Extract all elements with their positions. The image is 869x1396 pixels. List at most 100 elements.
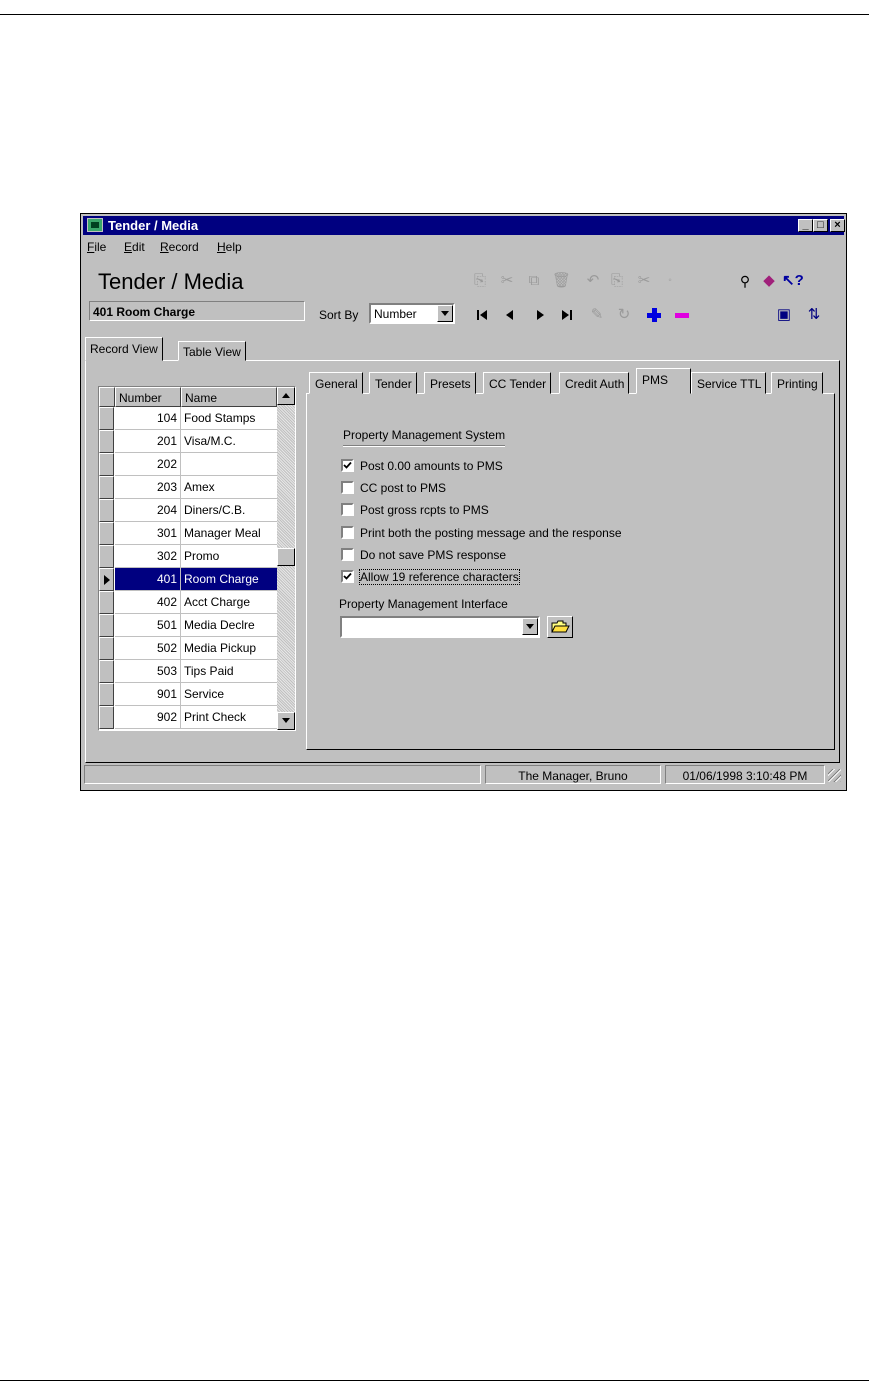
paste-field-icon[interactable]: ✂ xyxy=(635,272,653,290)
delete-icon[interactable]: 🗑 xyxy=(552,272,571,290)
first-record-icon[interactable] xyxy=(473,306,491,324)
prev-record-icon[interactable] xyxy=(501,306,519,324)
checkbox-label[interactable]: Post gross rcpts to PMS xyxy=(360,503,489,517)
checkbox[interactable] xyxy=(341,547,354,561)
minimize-button[interactable]: _ xyxy=(798,219,813,232)
app-icon[interactable] xyxy=(87,218,103,232)
edit-icon[interactable]: ✎ xyxy=(588,306,606,324)
row-selector[interactable] xyxy=(99,591,114,614)
last-record-icon[interactable] xyxy=(558,306,576,324)
tab-record-view[interactable]: Record View xyxy=(85,337,163,361)
cell-name[interactable]: Acct Charge xyxy=(181,591,277,614)
title-bar[interactable]: Tender / Media _ □ × xyxy=(83,216,845,235)
cell-number[interactable]: 301 xyxy=(115,522,181,545)
tab-cc-tender[interactable]: CC Tender xyxy=(483,372,552,394)
tab-presets[interactable]: Presets xyxy=(424,372,476,394)
table-row[interactable]: 201 Visa/M.C. xyxy=(99,430,277,453)
scroll-down-button[interactable] xyxy=(277,712,295,730)
checkbox[interactable] xyxy=(341,503,354,517)
table-row[interactable]: 502 Media Pickup xyxy=(99,637,277,660)
row-selector[interactable] xyxy=(99,476,114,499)
menu-record[interactable]: Record xyxy=(160,240,199,254)
table-row[interactable]: 302 Promo xyxy=(99,545,277,568)
cell-number[interactable]: 302 xyxy=(115,545,181,568)
checkbox-label[interactable]: CC post to PMS xyxy=(360,481,446,495)
cell-name[interactable]: Food Stamps xyxy=(181,407,277,430)
row-selector[interactable] xyxy=(99,430,114,453)
cell-number[interactable]: 401 xyxy=(115,568,181,591)
find-icon[interactable]: ⚲ xyxy=(736,272,754,290)
table-row[interactable]: 104 Food Stamps xyxy=(99,407,277,430)
tab-table-view[interactable]: Table View xyxy=(178,341,246,361)
context-help-icon[interactable]: ↖? xyxy=(782,272,804,290)
column-header-name[interactable]: Name xyxy=(181,387,277,407)
cell-number[interactable]: 501 xyxy=(115,614,181,637)
row-selector[interactable] xyxy=(99,706,114,729)
sort-by-dropdown-button[interactable] xyxy=(437,305,453,322)
tab-credit-auth[interactable]: Credit Auth xyxy=(559,372,630,394)
revert-icon[interactable]: ↻ xyxy=(615,306,633,324)
view-icon[interactable]: ▣ xyxy=(775,306,793,324)
help-book-icon[interactable]: ◆ xyxy=(760,272,778,290)
cell-name[interactable]: Room Charge xyxy=(181,568,277,591)
cell-name[interactable]: Amex xyxy=(181,476,277,499)
cell-number[interactable]: 901 xyxy=(115,683,181,706)
undo-icon[interactable]: ↶ xyxy=(584,272,602,290)
row-selector[interactable] xyxy=(99,407,114,430)
scroll-up-button[interactable] xyxy=(277,387,295,405)
row-selector[interactable] xyxy=(99,637,114,660)
maximize-button[interactable]: □ xyxy=(813,219,828,232)
table-row[interactable]: 902 Print Check xyxy=(99,706,277,729)
checkbox[interactable] xyxy=(341,570,354,583)
cell-name[interactable]: Diners/C.B. xyxy=(181,499,277,522)
refresh-icon[interactable]: ⇅ xyxy=(805,306,823,324)
cell-name[interactable]: Tips Paid xyxy=(181,660,277,683)
resize-grip[interactable] xyxy=(828,769,841,782)
cut-icon[interactable]: ✂ xyxy=(498,272,516,290)
delete-record-icon[interactable] xyxy=(673,306,691,324)
cell-number[interactable]: 902 xyxy=(115,706,181,729)
menu-file[interactable]: File xyxy=(87,240,106,254)
paste-icon[interactable]: ⧉ xyxy=(525,272,543,290)
clear-icon[interactable]: ◦ xyxy=(661,272,679,290)
cell-name[interactable]: Print Check xyxy=(181,706,277,729)
tab-general[interactable]: General xyxy=(309,372,363,394)
checkbox[interactable] xyxy=(341,525,354,539)
checkbox[interactable] xyxy=(341,459,354,472)
cell-number[interactable]: 503 xyxy=(115,660,181,683)
cell-name[interactable]: Manager Meal xyxy=(181,522,277,545)
table-row[interactable]: 402 Acct Charge xyxy=(99,591,277,614)
cell-number[interactable]: 502 xyxy=(115,637,181,660)
menu-edit[interactable]: Edit xyxy=(124,240,145,254)
tab-service-ttl[interactable]: Service TTL xyxy=(691,372,767,394)
row-selector[interactable] xyxy=(99,683,114,706)
cell-name[interactable]: Promo xyxy=(181,545,277,568)
table-row[interactable]: 501 Media Declre xyxy=(99,614,277,637)
cell-number[interactable]: 402 xyxy=(115,591,181,614)
cell-name[interactable]: Service xyxy=(181,683,277,706)
scroll-thumb[interactable] xyxy=(277,548,295,566)
cell-number[interactable]: 104 xyxy=(115,407,181,430)
row-selector[interactable] xyxy=(99,614,114,637)
add-record-icon[interactable] xyxy=(645,306,663,324)
checkbox-label[interactable]: Do not save PMS response xyxy=(360,548,506,562)
checkbox[interactable] xyxy=(341,481,354,495)
table-row[interactable]: 901 Service xyxy=(99,683,277,706)
pms-interface-select[interactable] xyxy=(340,616,540,638)
pms-interface-dropdown-button[interactable] xyxy=(522,618,538,635)
sort-by-select[interactable]: Number xyxy=(369,303,455,324)
row-selector[interactable] xyxy=(99,660,114,683)
table-row[interactable]: 503 Tips Paid xyxy=(99,660,277,683)
cell-name[interactable] xyxy=(181,453,277,476)
cell-number[interactable]: 202 xyxy=(115,453,181,476)
copy-record-icon[interactable]: ⎘ xyxy=(471,272,489,290)
copy-field-icon[interactable]: ⎘ xyxy=(608,272,626,290)
row-selector[interactable] xyxy=(99,568,114,591)
cell-number[interactable]: 204 xyxy=(115,499,181,522)
table-row[interactable]: 301 Manager Meal xyxy=(99,522,277,545)
tab-tender[interactable]: Tender xyxy=(369,372,417,394)
table-row[interactable]: 202 xyxy=(99,453,277,476)
cell-name[interactable]: Media Pickup xyxy=(181,637,277,660)
table-row[interactable]: 204 Diners/C.B. xyxy=(99,499,277,522)
column-header-number[interactable]: Number xyxy=(115,387,181,407)
